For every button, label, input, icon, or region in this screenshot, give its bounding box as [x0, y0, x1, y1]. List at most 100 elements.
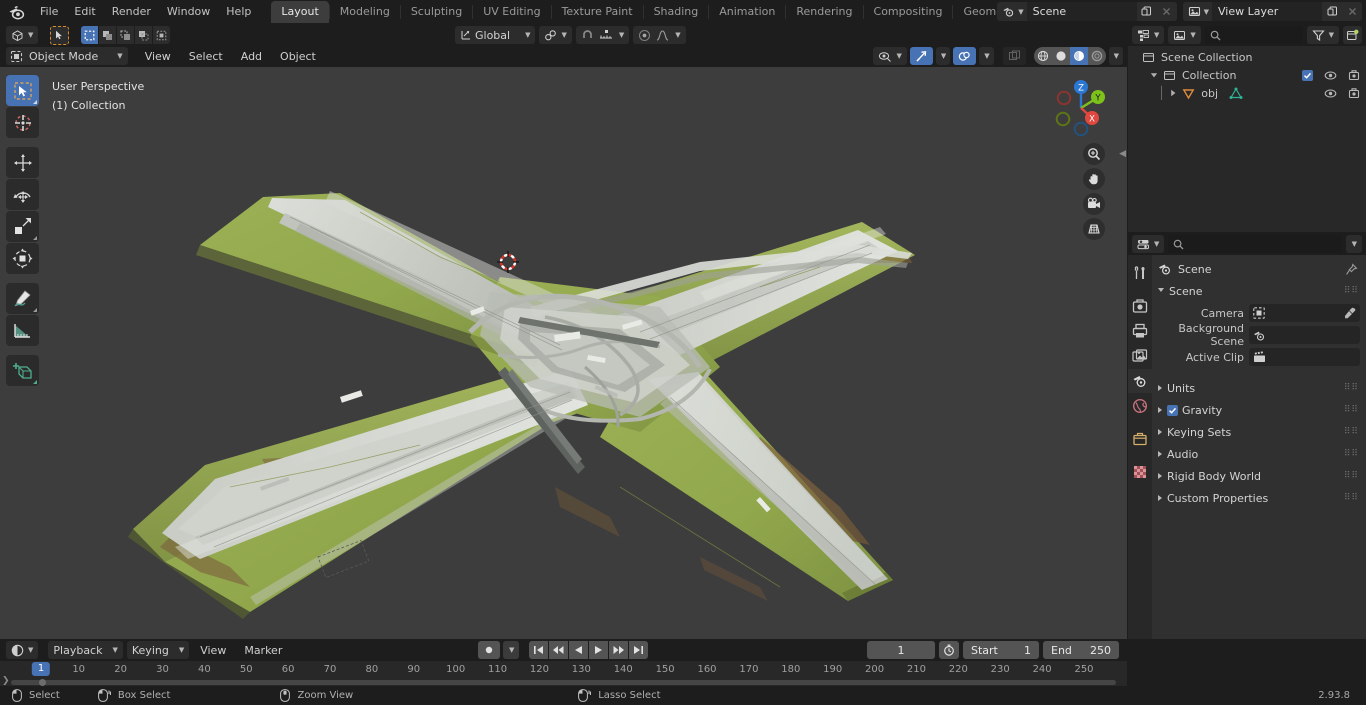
tab-sculpting[interactable]: Sculpting: [401, 1, 472, 23]
outliner-row-scene-collection[interactable]: Scene Collection: [1128, 48, 1366, 66]
start-frame-field[interactable]: Start 1: [963, 641, 1039, 659]
perspective-toggle-icon[interactable]: [1083, 218, 1105, 240]
outliner-filter-id-dropdown[interactable]: ▼: [1168, 26, 1201, 44]
editor-type-3dview-icon[interactable]: ▼: [6, 26, 39, 44]
snap-controls[interactable]: ▼: [575, 26, 630, 44]
jump-to-end-button[interactable]: [629, 641, 649, 659]
properties-tab-object[interactable]: [1128, 427, 1152, 451]
menu-help[interactable]: Help: [218, 3, 259, 21]
tool-measure[interactable]: [6, 315, 39, 346]
sidebar-toggle-arrow-icon[interactable]: ◀: [1119, 149, 1126, 159]
tab-texture-paint[interactable]: Texture Paint: [552, 1, 643, 23]
tool-move[interactable]: [6, 147, 39, 178]
tab-layout[interactable]: Layout: [271, 1, 329, 23]
shading-rendered-icon[interactable]: [1087, 47, 1106, 65]
menu-file[interactable]: File: [32, 3, 66, 21]
new-collection-button[interactable]: [1343, 26, 1362, 44]
tab-modeling[interactable]: Modeling: [330, 1, 400, 23]
menu-edit[interactable]: Edit: [66, 3, 103, 21]
navigation-gizmo[interactable]: Z Y X: [1050, 77, 1112, 139]
scrollbar-handle[interactable]: [39, 679, 46, 686]
outliner-search-input[interactable]: [1204, 26, 1303, 44]
3d-viewport[interactable]: User Perspective (1) Collection Z Y X ◀: [0, 67, 1127, 639]
properties-tab-output[interactable]: [1128, 319, 1152, 343]
properties-search-input[interactable]: [1168, 235, 1342, 253]
gravity-checkbox[interactable]: [1167, 404, 1178, 416]
panel-header-scene[interactable]: Scene ⠿⠿: [1152, 281, 1366, 301]
scene-icon[interactable]: ▼: [997, 2, 1027, 21]
viewport-menu-select[interactable]: Select: [182, 48, 230, 65]
remove-view-layer-button[interactable]: [1342, 2, 1362, 21]
overlays-toggle[interactable]: [953, 47, 977, 65]
outliner-display-mode-dropdown[interactable]: ▼: [1132, 26, 1165, 44]
outliner-filter-dropdown[interactable]: ▼: [1306, 26, 1339, 44]
scene-name[interactable]: Scene: [1026, 2, 1137, 21]
end-frame-field[interactable]: End 250: [1043, 641, 1119, 659]
viewport-menu-add[interactable]: Add: [234, 48, 269, 65]
tool-cursor[interactable]: [6, 107, 39, 138]
hide-in-viewport-icon[interactable]: [1324, 88, 1337, 99]
gizmo-toggle[interactable]: [909, 47, 933, 65]
timeline-ruler[interactable]: 10 20 30 40 50 60 70 80 90 100 110 120 130 140 150 160 1…: [0, 661, 1127, 678]
select-set-new-icon[interactable]: [81, 26, 99, 44]
playback-dropdown[interactable]: Playback ▼: [48, 641, 123, 659]
active-clip-field[interactable]: [1249, 348, 1360, 366]
select-extend-icon[interactable]: [99, 26, 117, 44]
xray-toggle[interactable]: [1002, 47, 1026, 65]
properties-tab-view-layer[interactable]: [1128, 344, 1152, 368]
use-preview-range-button[interactable]: [939, 641, 959, 659]
disable-in-renders-icon[interactable]: [1348, 69, 1360, 81]
play-reverse-button[interactable]: [569, 641, 589, 659]
tab-compositing[interactable]: Compositing: [864, 1, 953, 23]
panel-header-units[interactable]: Units ⠿⠿: [1152, 378, 1366, 398]
view-layer-name[interactable]: View Layer: [1212, 2, 1322, 21]
auto-keying-options-dropdown[interactable]: ▼: [503, 641, 520, 659]
collection-enable-checkbox[interactable]: [1302, 69, 1313, 81]
proportional-editing-controls[interactable]: ▼: [633, 26, 686, 44]
current-frame-field[interactable]: 1: [867, 641, 935, 659]
shading-options-dropdown[interactable]: ▼: [1108, 47, 1123, 65]
shading-material-preview-icon[interactable]: [1069, 47, 1088, 65]
play-button[interactable]: [589, 641, 609, 659]
panel-header-rigid-body-world[interactable]: Rigid Body World ⠿⠿: [1152, 466, 1366, 486]
hide-in-viewport-icon[interactable]: [1324, 70, 1337, 81]
properties-options-dropdown[interactable]: ▼: [1345, 235, 1362, 253]
timeline-playhead[interactable]: 1: [31, 662, 51, 676]
tab-uv-editing[interactable]: UV Editing: [473, 1, 550, 23]
eyedropper-icon[interactable]: [1344, 307, 1356, 319]
blender-logo-icon[interactable]: [6, 2, 26, 22]
timeline-editor-type-dropdown[interactable]: ▼: [6, 641, 39, 659]
pin-icon[interactable]: [1345, 262, 1358, 276]
outliner-row-obj[interactable]: │ obj: [1128, 84, 1366, 102]
disable-in-renders-icon[interactable]: [1348, 87, 1360, 99]
tool-scale[interactable]: [6, 211, 39, 242]
shading-solid-icon[interactable]: [1051, 47, 1070, 65]
properties-tab-texture[interactable]: [1128, 460, 1152, 484]
tab-rendering[interactable]: Rendering: [786, 1, 862, 23]
viewport-menu-object[interactable]: Object: [273, 48, 323, 65]
unlink-scene-button[interactable]: [1156, 2, 1177, 21]
menu-window[interactable]: Window: [159, 3, 218, 21]
expander-open-icon[interactable]: [1150, 71, 1158, 79]
tab-shading[interactable]: Shading: [644, 1, 709, 23]
tool-cursor-arrow-icon[interactable]: [50, 25, 70, 45]
viewport-menu-view[interactable]: View: [138, 48, 178, 65]
properties-tab-world[interactable]: [1128, 394, 1152, 418]
zoom-icon[interactable]: [1083, 143, 1105, 165]
timeline-menu-view[interactable]: View: [193, 642, 233, 659]
jump-to-start-button[interactable]: [529, 641, 549, 659]
scrollbar-track[interactable]: [11, 680, 1116, 685]
select-invert-icon[interactable]: [135, 26, 153, 44]
properties-tab-tool[interactable]: [1128, 261, 1152, 285]
object-mode-dropdown[interactable]: Object Mode ▼: [6, 47, 128, 65]
transform-orientation-dropdown[interactable]: Global ▼: [455, 26, 536, 44]
prev-keyframe-button[interactable]: [549, 641, 569, 659]
properties-tab-scene[interactable]: [1128, 369, 1152, 393]
panel-header-audio[interactable]: Audio ⠿⠿: [1152, 444, 1366, 464]
panel-header-custom-properties[interactable]: Custom Properties ⠿⠿: [1152, 488, 1366, 508]
properties-tab-render[interactable]: [1128, 294, 1152, 318]
panel-header-gravity[interactable]: Gravity ⠿⠿: [1152, 400, 1366, 420]
background-scene-field[interactable]: [1249, 326, 1360, 344]
object-visibility-dropdown[interactable]: ▼: [873, 47, 907, 65]
viewlayer-icon[interactable]: ▼: [1182, 2, 1212, 21]
